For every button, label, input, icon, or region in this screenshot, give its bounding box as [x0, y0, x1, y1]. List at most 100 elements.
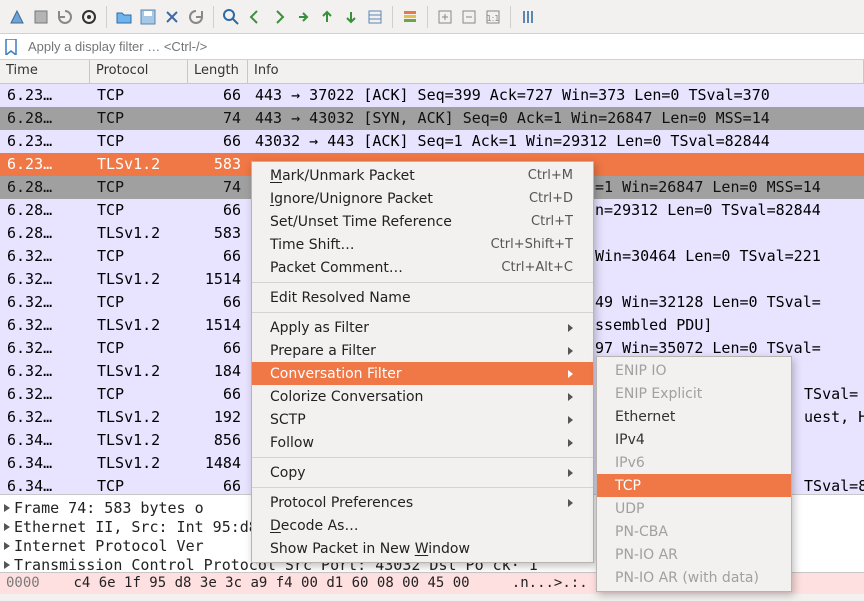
menu-item-label: Protocol Preferences: [270, 495, 413, 511]
submenu-arrow-icon: [568, 499, 573, 507]
submenu-item-ipv4[interactable]: IPv4: [597, 428, 791, 451]
auto-scroll-icon[interactable]: [364, 6, 386, 28]
submenu-arrow-icon: [568, 324, 573, 332]
display-filter-input[interactable]: [24, 37, 860, 56]
submenu-arrow-icon: [568, 393, 573, 401]
cell-length: 66: [189, 245, 249, 268]
bookmark-icon[interactable]: [4, 39, 20, 55]
cell-time: 6.23…: [1, 130, 91, 153]
menu-item-prepare-a-filter[interactable]: Prepare a Filter: [252, 339, 593, 362]
menu-shortcut: Ctrl+Shift+T: [491, 237, 573, 252]
cell-time: 6.28…: [1, 222, 91, 245]
go-last-icon[interactable]: [340, 6, 362, 28]
cell-time: 6.34…: [1, 452, 91, 475]
cell-time: 6.32…: [1, 314, 91, 337]
menu-item-decode-as[interactable]: Decode As…: [252, 514, 593, 537]
menu-item-show-packet-in-new-window[interactable]: Show Packet in New Window: [252, 537, 593, 560]
menu-item-sctp[interactable]: SCTP: [252, 408, 593, 431]
cell-info: 443 → 43032 [SYN, ACK] Seq=0 Ack=1 Win=2…: [249, 107, 864, 130]
menu-item-time-shift[interactable]: Time Shift…Ctrl+Shift+T: [252, 233, 593, 256]
menu-item-label: Set/Unset Time Reference: [270, 214, 452, 230]
open-file-icon[interactable]: [113, 6, 135, 28]
zoom-reset-icon[interactable]: 1:1: [482, 6, 504, 28]
menu-shortcut: Ctrl+Alt+C: [501, 260, 573, 275]
cell-protocol: TCP: [91, 176, 189, 199]
cell-length: 66: [189, 291, 249, 314]
context-menu: Mark/Unmark PacketCtrl+MIgnore/Unignore …: [251, 161, 594, 563]
expand-icon[interactable]: [4, 504, 10, 512]
col-header-time[interactable]: Time: [0, 60, 90, 83]
submenu-item-enip-io: ENIP IO: [597, 359, 791, 382]
save-file-icon[interactable]: [137, 6, 159, 28]
capture-start-icon[interactable]: [6, 6, 28, 28]
go-to-packet-icon[interactable]: [292, 6, 314, 28]
expand-icon[interactable]: [4, 561, 10, 569]
menu-item-label: Follow: [270, 435, 314, 451]
menu-item-ignore-unignore-packet[interactable]: Ignore/Unignore PacketCtrl+D: [252, 187, 593, 210]
go-forward-icon[interactable]: [268, 6, 290, 28]
expand-icon[interactable]: [4, 523, 10, 531]
packet-row[interactable]: 6.28…TCP74443 → 43032 [SYN, ACK] Seq=0 A…: [0, 107, 864, 130]
submenu-item-pn-io-ar-with-data: PN-IO AR (with data): [597, 566, 791, 589]
cell-protocol: TCP: [91, 84, 189, 107]
cell-length: 66: [189, 199, 249, 222]
cell-time: 6.34…: [1, 475, 91, 494]
go-back-icon[interactable]: [244, 6, 266, 28]
menu-item-label: Ignore/Unignore Packet: [270, 191, 433, 207]
cell-protocol: TLSv1.2: [91, 222, 189, 245]
hex-bytes: c4 6e 1f 95 d8 3e 3c a9 f4 00 d1 60 08 0…: [73, 575, 469, 591]
menu-item-label: SCTP: [270, 412, 306, 428]
reload-icon[interactable]: [185, 6, 207, 28]
menu-item-copy[interactable]: Copy: [252, 461, 593, 484]
cell-length: 184: [189, 360, 249, 383]
zoom-out-icon[interactable]: [458, 6, 480, 28]
menu-item-mark-unmark-packet[interactable]: Mark/Unmark PacketCtrl+M: [252, 164, 593, 187]
submenu-arrow-icon: [568, 416, 573, 424]
cell-protocol: TLSv1.2: [91, 268, 189, 291]
toolbar-separator: [427, 6, 428, 28]
menu-item-label: Edit Resolved Name: [270, 290, 411, 306]
hex-offset: 0000: [6, 575, 40, 591]
expand-icon[interactable]: [4, 542, 10, 550]
find-packet-icon[interactable]: [220, 6, 242, 28]
resize-columns-icon[interactable]: [517, 6, 539, 28]
menu-item-label: Colorize Conversation: [270, 389, 423, 405]
cell-info: 443 → 37022 [ACK] Seq=399 Ack=727 Win=37…: [249, 84, 864, 107]
col-header-protocol[interactable]: Protocol: [90, 60, 188, 83]
zoom-in-icon[interactable]: [434, 6, 456, 28]
col-header-length[interactable]: Length: [188, 60, 248, 83]
menu-item-protocol-preferences[interactable]: Protocol Preferences: [252, 491, 593, 514]
menu-item-packet-comment[interactable]: Packet Comment…Ctrl+Alt+C: [252, 256, 593, 279]
cell-length: 856: [189, 429, 249, 452]
menu-item-apply-as-filter[interactable]: Apply as Filter: [252, 316, 593, 339]
menu-item-edit-resolved-name[interactable]: Edit Resolved Name: [252, 286, 593, 309]
menu-item-colorize-conversation[interactable]: Colorize Conversation: [252, 385, 593, 408]
packet-row[interactable]: 6.23…TCP6643032 → 443 [ACK] Seq=1 Ack=1 …: [0, 130, 864, 153]
menu-item-set-unset-time-reference[interactable]: Set/Unset Time ReferenceCtrl+T: [252, 210, 593, 233]
col-header-info[interactable]: Info: [248, 60, 864, 83]
cell-length: 583: [189, 222, 249, 245]
menu-item-follow[interactable]: Follow: [252, 431, 593, 454]
close-file-icon[interactable]: [161, 6, 183, 28]
packet-list-header: Time Protocol Length Info: [0, 60, 864, 84]
cell-length: 1514: [189, 268, 249, 291]
cell-protocol: TCP: [91, 337, 189, 360]
capture-options-icon[interactable]: [78, 6, 100, 28]
menu-item-conversation-filter[interactable]: Conversation Filter: [252, 362, 593, 385]
colorize-icon[interactable]: [399, 6, 421, 28]
go-first-icon[interactable]: [316, 6, 338, 28]
cell-time: 6.23…: [1, 84, 91, 107]
toolbar-separator: [213, 6, 214, 28]
packet-row[interactable]: 6.23…TCP66443 → 37022 [ACK] Seq=399 Ack=…: [0, 84, 864, 107]
capture-restart-icon[interactable]: [54, 6, 76, 28]
submenu-item-enip-explicit: ENIP Explicit: [597, 382, 791, 405]
cell-protocol: TLSv1.2: [91, 314, 189, 337]
capture-stop-icon[interactable]: [30, 6, 52, 28]
cell-time: 6.23…: [1, 153, 91, 176]
cell-protocol: TLSv1.2: [91, 360, 189, 383]
submenu-item-ethernet[interactable]: Ethernet: [597, 405, 791, 428]
menu-item-label: Mark/Unmark Packet: [270, 168, 415, 184]
toolbar-separator: [392, 6, 393, 28]
menu-item-label: Decode As…: [270, 518, 358, 534]
submenu-item-tcp[interactable]: TCP: [597, 474, 791, 497]
